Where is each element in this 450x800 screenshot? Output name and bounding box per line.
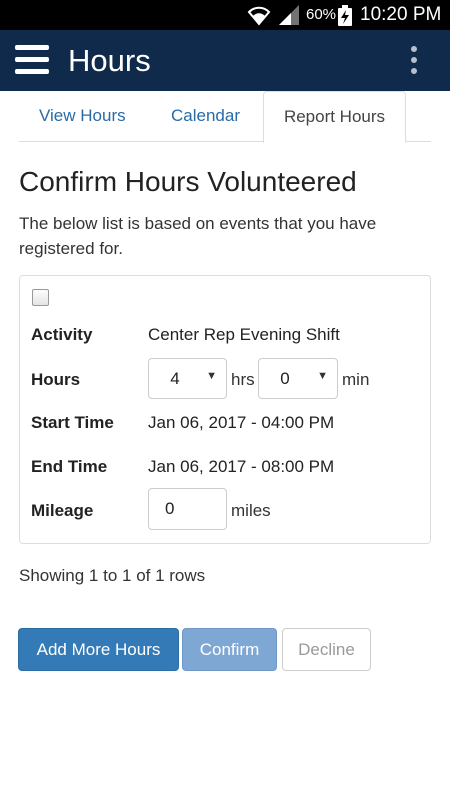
entry-checkbox[interactable] xyxy=(32,289,49,306)
activity-label: Activity xyxy=(31,325,93,344)
pagination-info: Showing 1 to 1 of 1 rows xyxy=(19,566,206,585)
minutes-select-value: 0 xyxy=(280,369,290,388)
end-time-label: End Time xyxy=(31,457,108,476)
page-title: Confirm Hours Volunteered xyxy=(19,166,357,197)
end-time-value: Jan 06, 2017 - 08:00 PM xyxy=(148,457,335,476)
start-time-value: Jan 06, 2017 - 04:00 PM xyxy=(148,413,335,432)
tab-calendar[interactable]: Calendar xyxy=(171,91,240,142)
tab-report-hours[interactable]: Report Hours xyxy=(263,91,406,143)
signal-icon xyxy=(279,5,299,25)
tab-bar: View Hours Calendar Report Hours xyxy=(19,91,431,143)
minutes-unit: min xyxy=(342,370,370,389)
start-time-label: Start Time xyxy=(31,413,114,432)
clock: 10:20 PM xyxy=(360,4,442,25)
hours-select[interactable]: 4 ▼ xyxy=(148,358,227,399)
mileage-label: Mileage xyxy=(31,501,94,520)
battery-charging-icon xyxy=(338,5,352,26)
battery-percent: 60% xyxy=(306,6,337,23)
add-more-hours-button[interactable]: Add More Hours xyxy=(18,628,179,671)
app-bar: Hours xyxy=(0,30,450,91)
more-vert-icon[interactable] xyxy=(406,45,422,77)
confirm-button[interactable]: Confirm xyxy=(182,628,277,671)
hours-entry-card: Activity Center Rep Evening Shift Hours … xyxy=(19,275,431,544)
tab-view-hours[interactable]: View Hours xyxy=(39,91,126,142)
hours-unit: hrs xyxy=(231,370,255,389)
wifi-icon xyxy=(247,6,271,26)
hours-label: Hours xyxy=(31,370,81,389)
hours-select-value: 4 xyxy=(170,369,180,388)
caret-down-icon: ▼ xyxy=(206,370,217,382)
status-bar: 60% 10:20 PM xyxy=(0,0,450,30)
activity-value: Center Rep Evening Shift xyxy=(148,325,340,344)
decline-button[interactable]: Decline xyxy=(282,628,371,671)
hamburger-menu-icon[interactable] xyxy=(15,44,49,76)
intro-text: The below list is based on events that y… xyxy=(19,214,377,258)
minutes-select[interactable]: 0 ▼ xyxy=(258,358,338,399)
app-title: Hours xyxy=(68,43,151,78)
mileage-unit: miles xyxy=(231,501,271,520)
mileage-input[interactable]: 0 xyxy=(148,488,227,530)
caret-down-icon: ▼ xyxy=(317,370,328,382)
